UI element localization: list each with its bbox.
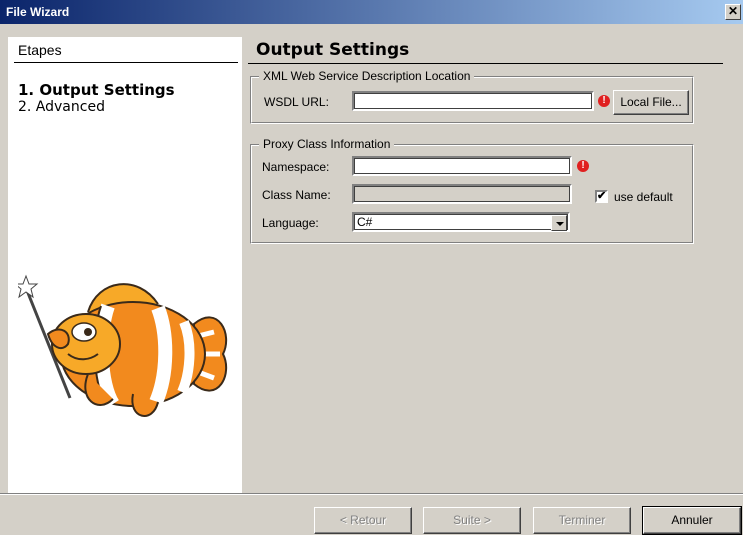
step-output-settings[interactable]: 1. Output Settings — [18, 81, 175, 99]
chevron-down-icon[interactable] — [551, 215, 567, 231]
close-button[interactable]: ✕ — [725, 4, 741, 20]
class-name-label: Class Name: — [262, 188, 331, 202]
use-default-checkbox[interactable]: ✔ — [595, 190, 608, 203]
cancel-button[interactable]: Annuler — [642, 506, 742, 535]
wsdl-url-label: WSDL URL: — [264, 95, 329, 109]
proxy-group-legend: Proxy Class Information — [259, 137, 395, 151]
footer-divider — [0, 493, 743, 495]
step-advanced[interactable]: 2. Advanced — [18, 99, 105, 115]
namespace-error-icon: ! — [577, 160, 589, 172]
class-name-input[interactable] — [352, 184, 572, 204]
title-bar: File Wizard ✕ — [0, 0, 743, 24]
wsdl-url-error-icon: ! — [598, 95, 610, 107]
back-button[interactable]: < Retour — [314, 507, 412, 534]
language-selected-value: C# — [357, 215, 373, 229]
namespace-label: Namespace: — [262, 160, 330, 174]
use-default-label: use default — [614, 190, 673, 204]
wsdl-url-input[interactable] — [352, 91, 594, 111]
title-divider — [248, 63, 723, 64]
finish-button[interactable]: Terminer — [533, 507, 631, 534]
page-title: Output Settings — [256, 40, 410, 60]
window-title: File Wizard — [6, 5, 70, 19]
steps-divider — [14, 62, 238, 63]
wsdl-group-legend: XML Web Service Description Location — [259, 69, 475, 83]
language-label: Language: — [262, 216, 319, 230]
namespace-input[interactable] — [352, 156, 572, 176]
clownfish-mascot-image — [18, 274, 228, 417]
language-select[interactable]: C# — [352, 212, 570, 232]
next-button[interactable]: Suite > — [423, 507, 521, 534]
steps-header: Etapes — [18, 42, 62, 58]
local-file-button[interactable]: Local File... — [613, 90, 689, 115]
